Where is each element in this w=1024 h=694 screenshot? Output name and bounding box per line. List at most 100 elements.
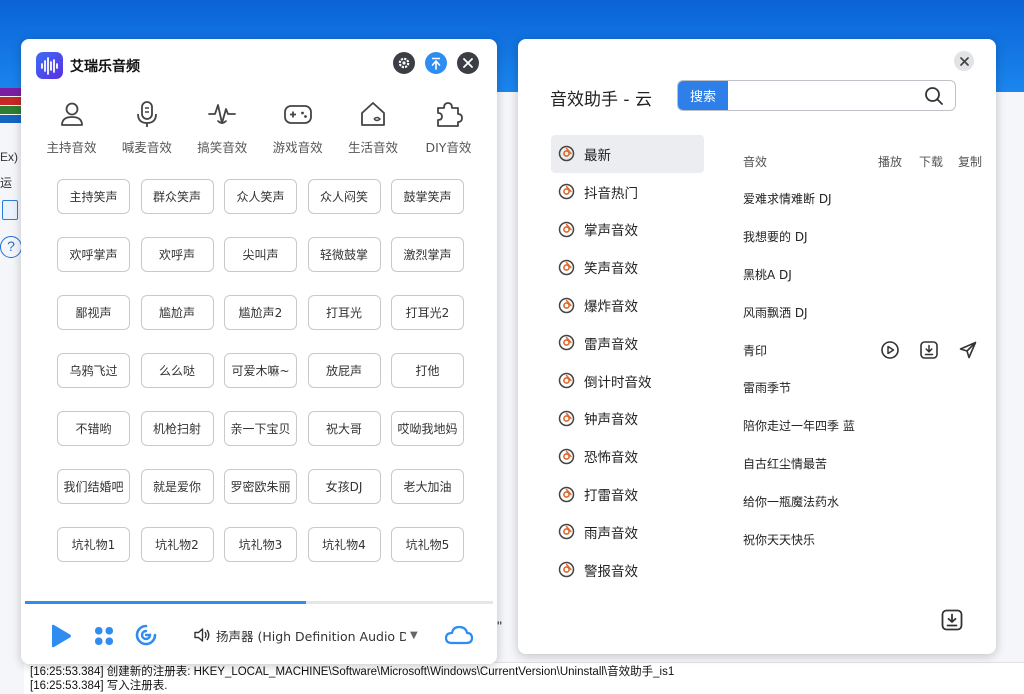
category-host[interactable]: 主持音效 [35, 99, 108, 159]
sound-effect-button[interactable]: 欢呼掌声 [57, 237, 130, 272]
sound-effect-button[interactable]: 打耳光 [307, 295, 381, 330]
category-item-label: 恐怖音效 [584, 450, 638, 467]
category-item[interactable]: 雨声音效 [551, 513, 704, 551]
sound-list-row[interactable]: 我想要的 DJ [743, 218, 988, 256]
sound-effect-button[interactable]: 鼓掌笑声 [391, 179, 464, 214]
sound-effect-button[interactable]: 打耳光2 [391, 295, 464, 330]
sound-list-row[interactable]: 雷雨季节 [743, 369, 988, 407]
sound-effect-button[interactable]: 坑礼物4 [307, 527, 381, 562]
background-text-fragment: " [497, 618, 502, 634]
sound-effect-button[interactable]: 众人闷笑 [307, 179, 381, 214]
sound-list-row[interactable]: 风雨飘洒 DJ [743, 293, 988, 331]
category-item[interactable]: 最新 [551, 135, 704, 173]
sound-effect-button[interactable]: 坑礼物2 [140, 527, 214, 562]
category-item[interactable]: 雷声音效 [551, 324, 704, 362]
sound-effect-button[interactable]: 不错哟 [57, 411, 130, 446]
sound-effect-button[interactable]: 鄙视声 [57, 295, 130, 330]
sound-effect-button[interactable]: 女孩DJ [307, 469, 381, 504]
sound-effect-button[interactable]: 哎呦我地妈 [391, 411, 464, 446]
sound-effect-button[interactable]: 主持笑声 [57, 179, 130, 214]
play-icon[interactable] [47, 623, 73, 649]
sound-effect-button[interactable]: 放屁声 [307, 353, 381, 388]
category-item-label: 抖音热门 [584, 185, 638, 202]
sound-name: 风雨飘洒 DJ [743, 305, 808, 320]
category-life[interactable]: 生活音效 [337, 99, 410, 159]
sound-effect-button[interactable]: 就是爱你 [140, 469, 214, 504]
category-item[interactable]: 掌声音效 [551, 211, 704, 249]
sound-name: 祝你天天快乐 [743, 532, 816, 547]
document-icon[interactable] [2, 200, 18, 220]
category-game[interactable]: 游戏音效 [261, 99, 334, 159]
help-icon[interactable]: ? [0, 236, 22, 258]
sound-effect-button[interactable]: 可爱木嘛~ [224, 353, 297, 388]
sound-effect-button[interactable]: 群众笑声 [140, 179, 214, 214]
sound-effect-button[interactable]: 尴尬声2 [224, 295, 297, 330]
sound-list-row[interactable]: 陪你走过一年四季 蓝 [743, 407, 988, 445]
search-input[interactable] [732, 83, 917, 108]
category-diy[interactable]: DIY音效 [412, 99, 485, 159]
category-item[interactable]: 抖音热门 [551, 173, 704, 211]
sound-effect-button[interactable]: 机枪扫射 [140, 411, 214, 446]
app-title: 艾瑞乐音频 [70, 59, 140, 75]
sound-effect-button[interactable]: 我们结婚吧 [57, 469, 130, 504]
category-item[interactable]: 打雷音效 [551, 475, 704, 513]
sound-list-row[interactable]: 黑桃A DJ [743, 256, 988, 294]
sound-name: 爱难求情难断 DJ [743, 192, 832, 207]
category-item-label: 笑声音效 [584, 261, 638, 278]
column-header-copy: 复制 [958, 155, 983, 169]
sound-list-row[interactable]: 青印 [743, 331, 988, 369]
puzzle-icon [437, 102, 464, 127]
sound-effect-button[interactable]: 祝大哥 [307, 411, 381, 446]
pin-button[interactable] [425, 52, 447, 74]
category-item-label: 钟声音效 [584, 412, 638, 429]
sound-effects-window: 艾瑞乐音频 主持音效 喊麦音效 搞笑音效 游戏音效 生活音效 DIY音效 主持笑… [21, 39, 497, 664]
category-item[interactable]: 警报音效 [551, 551, 704, 589]
send-icon[interactable] [958, 340, 978, 360]
category-item[interactable]: 爆炸音效 [551, 286, 704, 324]
sound-effect-button[interactable]: 坑礼物3 [224, 527, 297, 562]
titlebar[interactable]: 艾瑞乐音频 [21, 39, 497, 89]
sound-list-row[interactable]: 爱难求情难断 DJ [743, 180, 988, 218]
sound-effect-button[interactable]: 老大加油 [391, 469, 464, 504]
category-item[interactable]: 倒计时音效 [551, 362, 704, 400]
sound-effect-button[interactable]: 罗密欧朱丽 [224, 469, 297, 504]
play-circle-icon[interactable] [880, 340, 900, 360]
category-mc[interactable]: 喊麦音效 [110, 99, 183, 159]
sound-effect-button[interactable]: 激烈掌声 [391, 237, 464, 272]
sound-effect-button[interactable]: 欢呼声 [140, 237, 214, 272]
close-button[interactable] [457, 52, 479, 74]
sound-effect-button[interactable]: 尴尬声 [140, 295, 214, 330]
winrar-icon[interactable] [0, 88, 22, 124]
sound-effect-button[interactable]: 轻微鼓掌 [307, 237, 381, 272]
sound-effect-button[interactable]: 乌鸦飞过 [57, 353, 130, 388]
sound-effect-button[interactable]: 么么哒 [140, 353, 214, 388]
search-label[interactable]: 搜索 [678, 81, 728, 110]
category-funny[interactable]: 搞笑音效 [186, 99, 259, 159]
download-icon[interactable] [940, 608, 964, 632]
sound-effect-button[interactable]: 亲一下宝贝 [224, 411, 297, 446]
sound-effect-button[interactable]: 坑礼物5 [391, 527, 464, 562]
cloud-icon[interactable] [444, 623, 474, 647]
sound-effect-button[interactable]: 坑礼物1 [57, 527, 130, 562]
sound-list-row[interactable]: 给你一瓶魔法药水 [743, 482, 988, 520]
cloud-assistant-window: 音效助手 - 云 搜索 最新 抖音热门 掌声音效 笑声音效 爆炸音效 雷声音效 倒计时音效钟… [518, 39, 996, 654]
category-item[interactable]: 钟声音效 [551, 400, 704, 438]
category-bar: 主持音效 喊麦音效 搞笑音效 游戏音效 生活音效 DIY音效 [35, 99, 485, 159]
sound-effect-button[interactable]: 众人笑声 [224, 179, 297, 214]
category-item[interactable]: 恐怖音效 [551, 437, 704, 475]
download-icon[interactable] [919, 340, 939, 360]
apps-grid-icon[interactable] [93, 625, 115, 647]
settings-button[interactable] [393, 52, 415, 74]
playback-progress[interactable] [25, 601, 493, 604]
sound-effect-button[interactable]: 打他 [391, 353, 464, 388]
output-device-select[interactable]: 扬声器 (High Definition Audio Devi ▼ [193, 623, 433, 647]
sound-list-row[interactable]: 自古红尘情最苦 [743, 445, 988, 483]
close-button[interactable] [954, 51, 974, 71]
person-icon [60, 102, 83, 126]
sound-effect-button[interactable]: 尖叫声 [224, 237, 297, 272]
category-item[interactable]: 笑声音效 [551, 248, 704, 286]
sound-list-row[interactable]: 祝你天天快乐 [743, 520, 988, 558]
close-icon [959, 56, 969, 66]
swirl-icon[interactable] [134, 623, 158, 647]
search-icon[interactable] [924, 86, 944, 106]
